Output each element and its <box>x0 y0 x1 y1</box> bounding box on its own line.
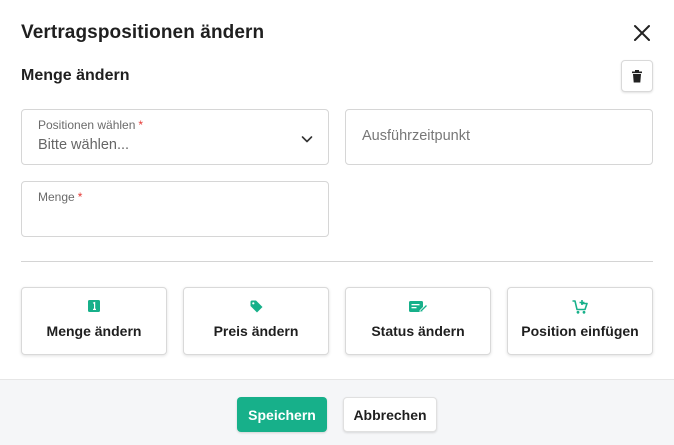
cancel-button[interactable]: Abbrechen <box>343 397 437 432</box>
menge-field[interactable]: Menge * <box>21 181 329 237</box>
required-mark: * <box>138 118 144 132</box>
positionen-label: Positionen wählen * <box>38 118 144 132</box>
delete-button[interactable] <box>621 60 653 92</box>
action-label: Menge ändern <box>46 323 142 339</box>
positionen-select[interactable]: Positionen wählen * Bitte wählen... <box>21 109 329 165</box>
edit-contract-positions-dialog: Vertragspositionen ändern Menge ändern P… <box>0 0 674 445</box>
status-edit-icon <box>408 301 428 313</box>
action-label: Position einfügen <box>521 323 639 339</box>
position-einfuegen-button[interactable]: Position einfügen <box>507 287 653 355</box>
action-label: Status ändern <box>371 323 465 339</box>
dialog-title: Vertragspositionen ändern <box>21 22 265 43</box>
save-button[interactable]: Speichern <box>237 397 327 432</box>
menge-aendern-button[interactable]: Menge ändern <box>21 287 167 355</box>
divider <box>21 261 653 262</box>
quantity-one-icon <box>88 300 100 312</box>
dialog-footer: Speichern Abbrechen <box>0 379 674 445</box>
close-button[interactable] <box>631 22 653 44</box>
menge-label: Menge * <box>38 190 83 204</box>
ausfuehrzeitpunkt-field[interactable]: Ausführzeitpunkt <box>345 109 653 165</box>
status-aendern-button[interactable]: Status ändern <box>345 287 491 355</box>
close-icon <box>634 25 650 41</box>
ausfuehrzeitpunkt-placeholder: Ausführzeitpunkt <box>362 128 471 144</box>
action-label: Preis ändern <box>213 323 299 339</box>
preis-aendern-button[interactable]: Preis ändern <box>183 287 329 355</box>
positionen-value: Bitte wählen... <box>38 137 130 153</box>
cart-add-icon <box>572 300 588 314</box>
required-mark: * <box>77 190 83 204</box>
trash-icon <box>632 69 642 82</box>
price-tag-icon <box>250 300 262 313</box>
section-title: Menge ändern <box>21 67 130 84</box>
chevron-down-icon <box>301 136 313 143</box>
